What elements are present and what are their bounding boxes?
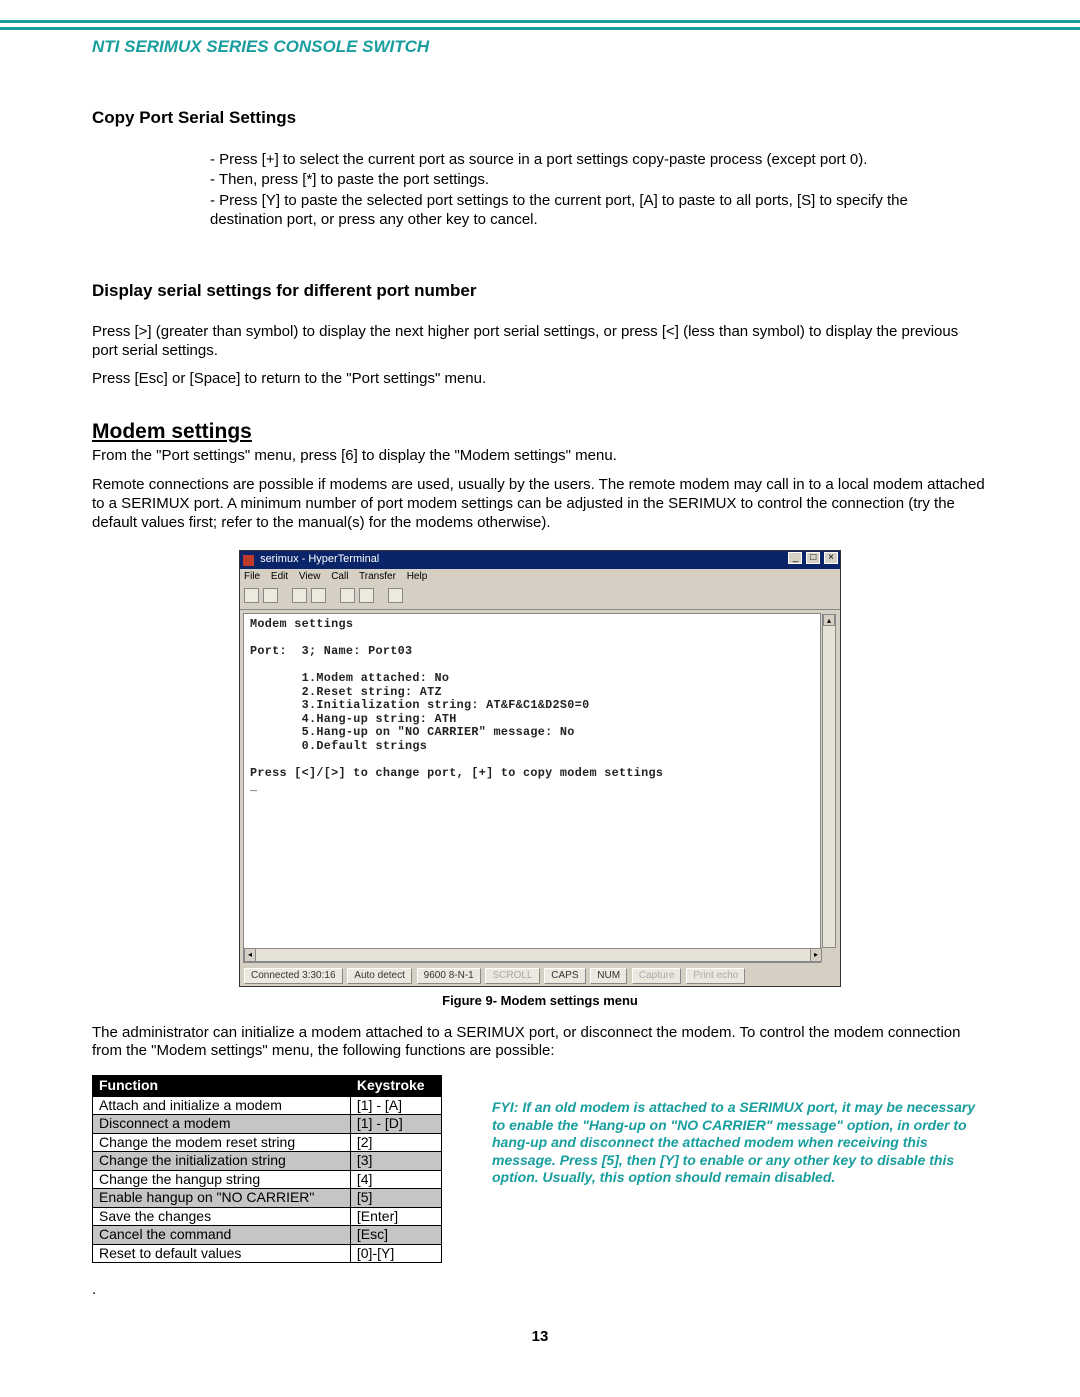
page-number: 13 bbox=[92, 1328, 988, 1347]
heading-copy-port: Copy Port Serial Settings bbox=[92, 107, 988, 128]
status-cell: Print echo bbox=[686, 968, 745, 985]
status-bar: Connected 3:30:16 Auto detect 9600 8-N-1… bbox=[240, 966, 840, 987]
doc-header-title: NTI SERIMUX SERIES CONSOLE SWITCH bbox=[0, 36, 1080, 57]
maximize-button[interactable]: □ bbox=[806, 552, 820, 564]
menu-help[interactable]: Help bbox=[407, 571, 428, 582]
table-row: Reset to default values[0]-[Y] bbox=[93, 1244, 442, 1263]
toolbar-button[interactable] bbox=[311, 588, 326, 603]
scrollbar-horizontal[interactable] bbox=[244, 948, 822, 962]
figure-caption: Figure 9- Modem settings menu bbox=[92, 993, 988, 1009]
stray-dot: . bbox=[92, 1281, 442, 1300]
table-row: Change the modem reset string[2] bbox=[93, 1133, 442, 1152]
heading-display-serial: Display serial settings for different po… bbox=[92, 280, 988, 301]
menu-edit[interactable]: Edit bbox=[271, 571, 288, 582]
toolbar-button[interactable] bbox=[359, 588, 374, 603]
list-item: Press [+] to select the current port as … bbox=[210, 151, 988, 170]
status-cell: Auto detect bbox=[347, 968, 412, 985]
list-item: Then, press [*] to paste the port settin… bbox=[210, 171, 988, 190]
table-row: Change the hangup string[4] bbox=[93, 1170, 442, 1189]
menu-file[interactable]: File bbox=[244, 571, 260, 582]
heading-modem-settings: Modem settings bbox=[92, 419, 988, 445]
fyi-note: FYI: If an old modem is attached to a SE… bbox=[492, 1075, 988, 1187]
minimize-button[interactable]: _ bbox=[788, 552, 802, 564]
toolbar-button[interactable] bbox=[388, 588, 403, 603]
toolbar-separator bbox=[283, 592, 288, 607]
toolbar-button[interactable] bbox=[263, 588, 278, 603]
hyperterminal-window: serimux - HyperTerminal _ □ × File Edit … bbox=[239, 550, 841, 987]
menu-view[interactable]: View bbox=[299, 571, 321, 582]
toolbar-button[interactable] bbox=[340, 588, 355, 603]
status-cell: NUM bbox=[590, 968, 627, 985]
toolbar bbox=[240, 586, 840, 610]
toolbar-button[interactable] bbox=[244, 588, 259, 603]
status-cell: Capture bbox=[632, 968, 682, 985]
paragraph: Remote connections are possible if modem… bbox=[92, 476, 988, 532]
menu-bar: File Edit View Call Transfer Help bbox=[240, 569, 840, 586]
terminal-output[interactable]: Modem settings Port: 3; Name: Port03 1.M… bbox=[243, 613, 821, 963]
window-titlebar[interactable]: serimux - HyperTerminal _ □ × bbox=[240, 551, 840, 569]
status-cell: SCROLL bbox=[485, 968, 539, 985]
header-rule bbox=[0, 20, 1080, 30]
app-icon bbox=[243, 555, 254, 566]
toolbar-separator bbox=[379, 592, 384, 607]
window-title: serimux - HyperTerminal bbox=[260, 553, 379, 565]
menu-call[interactable]: Call bbox=[331, 571, 348, 582]
paragraph: Press [Esc] or [Space] to return to the … bbox=[92, 370, 988, 389]
paragraph: From the "Port settings" menu, press [6]… bbox=[92, 447, 988, 466]
list-item: Press [Y] to paste the selected port set… bbox=[210, 192, 988, 230]
scrollbar-vertical[interactable] bbox=[822, 614, 836, 948]
paragraph: The administrator can initialize a modem… bbox=[92, 1024, 988, 1062]
toolbar-button[interactable] bbox=[292, 588, 307, 603]
copy-port-bullets: Press [+] to select the current port as … bbox=[92, 151, 988, 230]
table-row: Save the changes[Enter] bbox=[93, 1207, 442, 1226]
table-row: Enable hangup on "NO CARRIER"[5] bbox=[93, 1189, 442, 1208]
table-row: Attach and initialize a modem[1] - [A] bbox=[93, 1096, 442, 1115]
toolbar-separator bbox=[331, 592, 336, 607]
table-row: Change the initialization string[3] bbox=[93, 1152, 442, 1171]
th-function: Function bbox=[93, 1076, 351, 1097]
table-row: Disconnect a modem[1] - [D] bbox=[93, 1115, 442, 1134]
paragraph: Press [>] (greater than symbol) to displ… bbox=[92, 323, 988, 361]
close-button[interactable]: × bbox=[824, 552, 838, 564]
status-cell: 9600 8-N-1 bbox=[417, 968, 481, 985]
function-table: Function Keystroke Attach and initialize… bbox=[92, 1075, 442, 1263]
table-row: Cancel the command[Esc] bbox=[93, 1226, 442, 1245]
status-cell: CAPS bbox=[544, 968, 585, 985]
menu-transfer[interactable]: Transfer bbox=[359, 571, 396, 582]
th-keystroke: Keystroke bbox=[350, 1076, 441, 1097]
status-cell: Connected 3:30:16 bbox=[244, 968, 343, 985]
